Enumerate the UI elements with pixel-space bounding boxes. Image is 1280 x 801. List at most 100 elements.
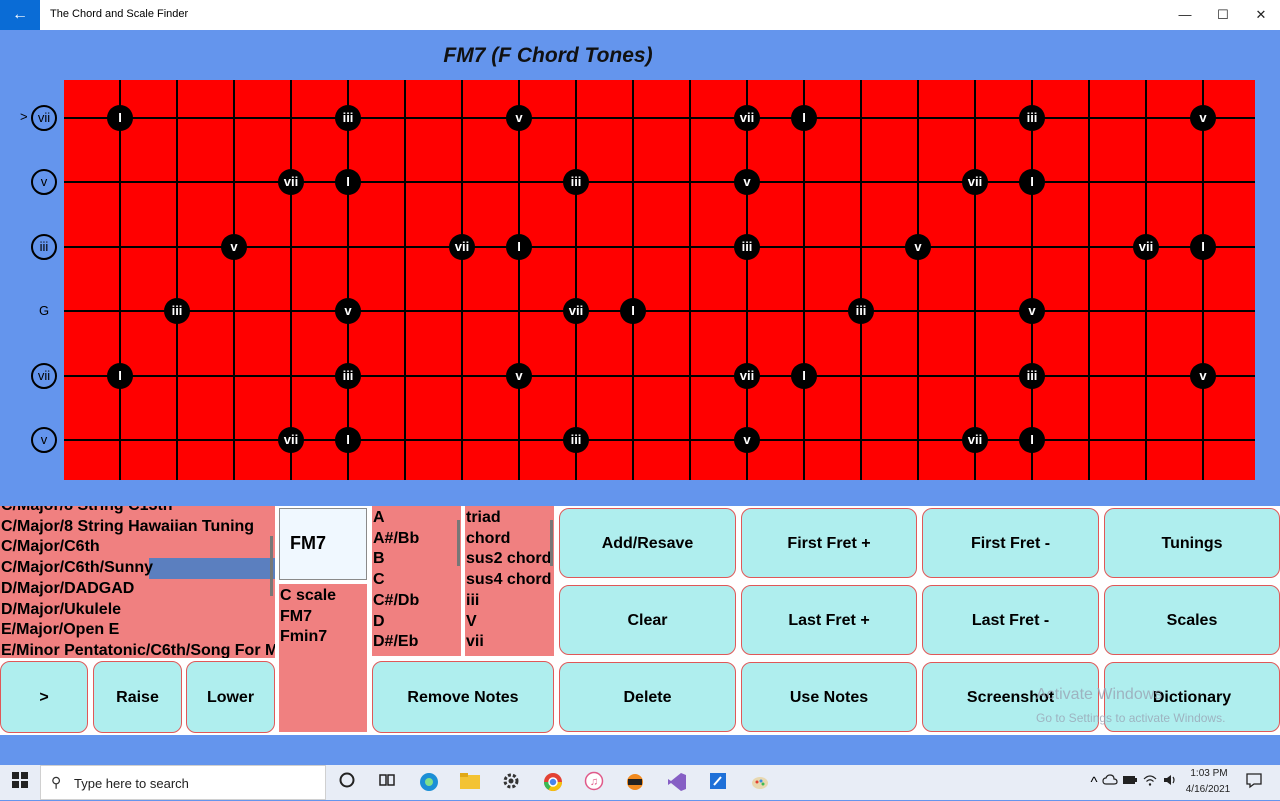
root-note-item[interactable]: B — [373, 549, 461, 570]
note-dot[interactable]: v — [221, 233, 247, 260]
note-dot[interactable]: I — [620, 298, 646, 325]
note-dot[interactable]: v — [734, 427, 760, 453]
note-dot[interactable]: vii — [734, 362, 760, 389]
note-dot[interactable]: v — [1019, 298, 1045, 325]
note-dot[interactable]: v — [506, 105, 532, 131]
note-dot[interactable]: iii — [563, 427, 589, 453]
navigate-button[interactable]: > — [0, 661, 88, 733]
tuning-list-item[interactable]: E/Major/Open E — [1, 620, 275, 641]
note-dot[interactable]: I — [107, 105, 133, 131]
string-label[interactable]: v — [22, 169, 66, 196]
minimize-icon[interactable]: — — [1166, 0, 1204, 30]
note-dot[interactable]: v — [1190, 362, 1216, 389]
clear-button[interactable]: Clear — [559, 585, 736, 655]
note-dot[interactable]: iii — [734, 233, 760, 260]
string-label[interactable]: > vii — [20, 105, 66, 131]
note-dot[interactable]: iii — [563, 169, 589, 196]
audacity-icon[interactable] — [623, 771, 647, 795]
tuning-list-item[interactable]: C/Major/8 String Hawaiian Tuning — [1, 517, 275, 538]
root-list-scrollbar[interactable] — [457, 520, 460, 566]
fretboard[interactable]: Iiii v vii Iiii v vii Iiii v vii Iv vii Iiii v vii Iii… — [64, 80, 1255, 480]
chord-type-item[interactable]: iii — [466, 591, 554, 612]
tuning-list-item[interactable]: D/Major/Ukulele — [1, 600, 275, 621]
note-dot[interactable]: I — [791, 362, 817, 389]
note-dot[interactable]: I — [1019, 169, 1045, 196]
note-dot[interactable]: iii — [335, 362, 361, 389]
note-dot[interactable]: I — [791, 105, 817, 131]
type-list-scrollbar[interactable] — [550, 520, 553, 566]
note-dot[interactable]: iii — [335, 105, 361, 131]
saved-chords-list[interactable]: C scale FM7 Fmin7 — [279, 584, 367, 732]
note-dot[interactable]: v — [905, 233, 931, 260]
note-dot[interactable]: I — [1190, 233, 1216, 260]
chord-type-item[interactable]: sus4 chord — [466, 570, 554, 591]
note-dot[interactable]: v — [506, 362, 532, 389]
root-note-item[interactable]: A#/Bb — [373, 529, 461, 550]
string-label[interactable]: vii — [22, 362, 66, 389]
add-resave-button[interactable]: Add/Resave — [559, 508, 736, 578]
tunings-list-scrollbar[interactable] — [270, 536, 273, 596]
volume-icon[interactable] — [1158, 771, 1182, 795]
note-dot[interactable]: v — [335, 298, 361, 325]
note-dot[interactable]: vii — [734, 105, 760, 131]
root-note-item[interactable]: A — [373, 508, 461, 529]
chord-type-item[interactable]: triad — [466, 508, 554, 529]
note-dot[interactable]: iii — [1019, 105, 1045, 131]
start-icon[interactable] — [8, 771, 32, 795]
note-dot[interactable]: vii — [1133, 233, 1159, 260]
settings-icon[interactable] — [499, 771, 523, 795]
root-note-list[interactable]: A A#/Bb B C C#/Db D D#/Eb — [372, 506, 461, 656]
tunings-button[interactable]: Tunings — [1104, 508, 1280, 578]
visual-studio-icon[interactable] — [665, 771, 689, 795]
saved-chord-item[interactable]: C scale — [280, 586, 367, 607]
chord-type-item[interactable]: vii — [466, 632, 554, 653]
note-dot[interactable]: vii — [278, 169, 304, 196]
root-note-item[interactable]: C#/Db — [373, 591, 461, 612]
root-note-item[interactable]: D#/Eb — [373, 632, 461, 653]
note-dot[interactable]: I — [335, 427, 361, 453]
note-dot[interactable]: iii — [164, 298, 190, 325]
maximize-icon[interactable]: ☐ — [1204, 0, 1242, 30]
last-fret-minus-button[interactable]: Last Fret - — [922, 585, 1099, 655]
note-dot[interactable]: vii — [962, 169, 988, 196]
note-dot[interactable]: I — [1019, 427, 1045, 453]
string-label[interactable]: iii — [22, 233, 66, 260]
note-dot[interactable]: vii — [449, 233, 475, 260]
note-dot[interactable]: vii — [563, 298, 589, 325]
remove-notes-button[interactable]: Remove Notes — [372, 661, 554, 733]
note-dot[interactable]: I — [107, 362, 133, 389]
edge-icon[interactable] — [417, 771, 441, 795]
paint-icon[interactable] — [748, 771, 772, 795]
tuning-list-item[interactable]: C/Major/8 String C13th — [1, 506, 275, 517]
close-icon[interactable]: ✕ — [1242, 0, 1280, 30]
tunings-list[interactable]: C/Major/8 String C13thC/Major/8 String H… — [0, 506, 275, 658]
cortana-icon[interactable] — [335, 771, 359, 795]
taskbar-search-box[interactable]: ⚲ Type here to search — [40, 765, 326, 800]
chrome-icon[interactable] — [541, 771, 565, 795]
use-notes-button[interactable]: Use Notes — [741, 662, 917, 732]
first-fret-minus-button[interactable]: First Fret - — [922, 508, 1099, 578]
chord-type-item[interactable]: chord — [466, 529, 554, 550]
file-explorer-icon[interactable] — [458, 771, 482, 795]
task-view-icon[interactable] — [375, 771, 399, 795]
string-label[interactable]: G — [22, 298, 66, 324]
tuning-list-item[interactable]: C/Major/C6th — [1, 537, 275, 558]
saved-chord-item[interactable]: Fmin7 — [280, 627, 367, 648]
note-dot[interactable]: v — [1190, 105, 1216, 131]
last-fret-plus-button[interactable]: Last Fret + — [741, 585, 917, 655]
note-dot[interactable]: iii — [848, 298, 874, 325]
raise-button[interactable]: Raise — [93, 661, 182, 733]
itunes-icon[interactable]: ♫ — [582, 771, 606, 795]
clock-date[interactable]: 4/16/2021 — [1182, 784, 1234, 795]
chord-name-field[interactable]: FM7 — [279, 508, 367, 580]
note-dot[interactable]: vii — [278, 427, 304, 453]
root-note-item[interactable]: D — [373, 612, 461, 633]
note-dot[interactable]: I — [335, 169, 361, 196]
delete-button[interactable]: Delete — [559, 662, 736, 732]
clock-time[interactable]: 1:03 PM — [1186, 768, 1232, 779]
chord-type-item[interactable]: V — [466, 612, 554, 633]
tuning-list-item[interactable]: C/Major/C6th/Sunny — [1, 558, 275, 579]
chord-type-list[interactable]: triad chord sus2 chord sus4 chord iii Vvii — [465, 506, 554, 656]
first-fret-plus-button[interactable]: First Fret + — [741, 508, 917, 578]
scales-button[interactable]: Scales — [1104, 585, 1280, 655]
